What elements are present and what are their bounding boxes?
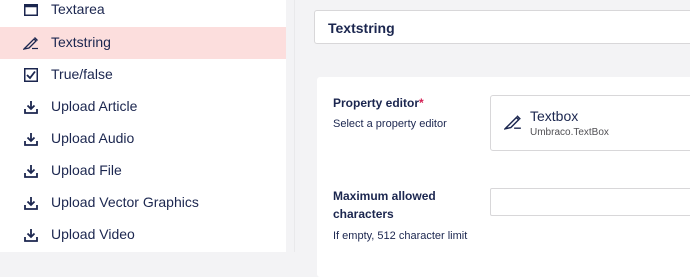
sidebar-item-upload-audio[interactable]: Upload Audio xyxy=(0,123,286,155)
sidebar-item-label: Upload Video xyxy=(51,226,135,242)
sidebar: Textarea Textstring True/false Upload Ar… xyxy=(0,0,286,252)
download-icon xyxy=(23,131,39,147)
sidebar-item-label: Upload File xyxy=(51,162,122,178)
property-editor-picker[interactable]: Textbox Umbraco.TextBox xyxy=(490,95,690,151)
max-chars-description: If empty, 512 character limit xyxy=(333,230,468,242)
sidebar-item-upload-article[interactable]: Upload Article xyxy=(0,91,286,123)
sidebar-item-label: Upload Audio xyxy=(51,130,135,146)
download-icon xyxy=(23,195,39,211)
sidebar-item-label: Textstring xyxy=(51,34,111,50)
sidebar-item-upload-vector-graphics[interactable]: Upload Vector Graphics xyxy=(0,187,286,219)
sidebar-item-label: True/false xyxy=(51,66,113,82)
max-chars-input[interactable] xyxy=(490,188,690,216)
textarea-icon xyxy=(23,2,39,18)
download-icon xyxy=(23,99,39,115)
property-editor-description: Select a property editor xyxy=(333,118,447,130)
sidebar-item-label: Upload Article xyxy=(51,98,138,114)
sidebar-item-textstring[interactable]: Textstring xyxy=(0,27,286,59)
sidebar-item-true-false[interactable]: True/false xyxy=(0,59,286,91)
download-icon xyxy=(23,227,39,243)
sidebar-item-label: Upload Vector Graphics xyxy=(51,194,199,210)
property-editor-alias: Umbraco.TextBox xyxy=(530,127,609,138)
sidebar-item-textarea[interactable]: Textarea xyxy=(0,0,286,26)
download-icon xyxy=(23,163,39,179)
checkbox-icon xyxy=(23,67,39,83)
edit-text-icon xyxy=(502,114,522,132)
datatype-name-value: Textstring xyxy=(328,20,395,36)
property-editor-label-text: Property editor xyxy=(333,96,420,110)
panel-divider xyxy=(294,0,295,252)
max-chars-label: Maximum allowed characters xyxy=(333,189,436,221)
edit-text-icon xyxy=(23,35,39,51)
property-editor-label: Property editor* xyxy=(333,94,424,112)
sidebar-item-upload-file[interactable]: Upload File xyxy=(0,155,286,187)
sidebar-item-label: Textarea xyxy=(51,1,105,17)
property-editor-name: Textbox xyxy=(530,108,579,124)
datatype-name-input[interactable]: Textstring xyxy=(314,10,690,44)
required-marker: * xyxy=(419,96,424,110)
sidebar-item-upload-video[interactable]: Upload Video xyxy=(0,219,286,251)
